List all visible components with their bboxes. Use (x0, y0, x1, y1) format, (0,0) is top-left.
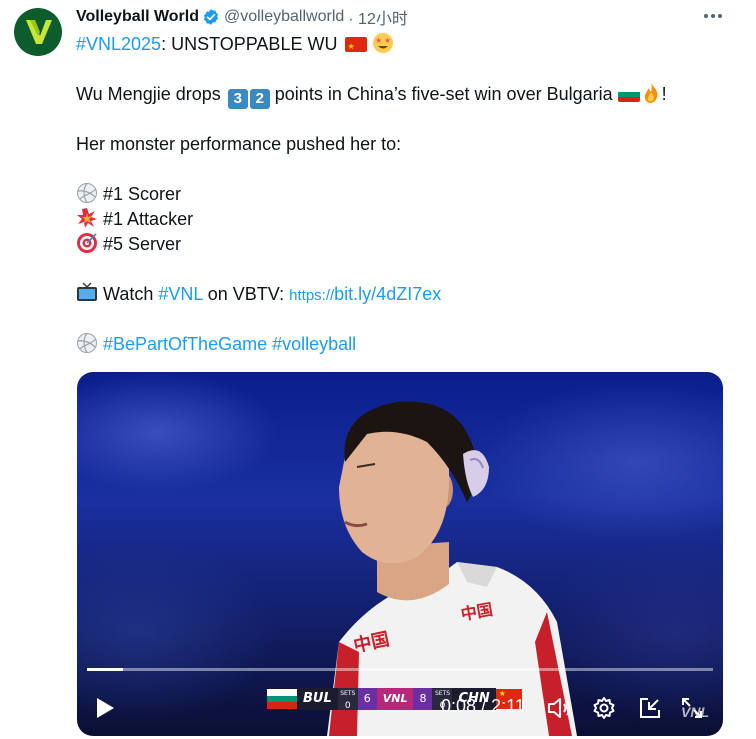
time-separator: / (481, 696, 487, 716)
team2-points: 8 (413, 688, 433, 710)
television-icon (77, 282, 97, 301)
fire-emoji-icon (644, 83, 658, 103)
stat2-text: #1 Attacker (103, 209, 194, 229)
post-time[interactable]: · 12小时 (348, 5, 408, 29)
team1-sets: SETS 0 (337, 688, 358, 711)
watch-mid: on VBTV: (207, 284, 285, 304)
china-flag-icon (345, 35, 368, 59)
author-name[interactable]: Volleyball World (76, 8, 199, 26)
hashtag-volleyball[interactable]: #volleyball (272, 334, 356, 354)
tweet-intro: Her monster performance pushed her to: (76, 134, 402, 154)
keycap-digit-icon: 3 (227, 89, 248, 109)
settings-button[interactable] (589, 694, 619, 722)
watch-line: Watch #VNL on VBTV: https://bit.ly/4dZI7… (76, 282, 441, 308)
video-player[interactable]: 中国 中国 BUL SETS 0 6 VNL 8 SETS 0 CHN ★ 0:08… (77, 372, 723, 736)
stat1-text: #1 Scorer (103, 184, 182, 204)
time-duration: 2:11 (491, 696, 525, 716)
stat-attacker: #1 Attacker (76, 207, 193, 231)
vnl-logo: VNL (376, 688, 414, 710)
volleyball-icon (77, 183, 97, 203)
stat-scorer: #1 Scorer (76, 182, 181, 206)
vbtv-link[interactable]: https://bit.ly/4dZI7ex (289, 284, 441, 304)
settings-icon (593, 697, 615, 719)
keycap-digit-icon: 2 (249, 89, 270, 109)
team1-code: BUL (297, 688, 338, 710)
play-button[interactable] (91, 694, 119, 722)
watch-prefix: Watch (103, 284, 154, 304)
hashtag-vnl[interactable]: #VNL (158, 284, 202, 304)
volleyball-world-logo (26, 20, 52, 44)
time-elapsed: 0:08 (441, 696, 477, 716)
vnl-watermark: VNL (681, 704, 709, 720)
line2-before: Wu Mengjie drops (76, 84, 221, 104)
bulgaria-flag-icon (617, 87, 640, 102)
video-time: 0:08 / 2:11 (441, 696, 525, 717)
minimize-button[interactable] (635, 694, 665, 722)
team1-points: 6 (357, 688, 377, 710)
stat-server: #5 Server (76, 232, 181, 256)
url-rest: bit.ly/4dZI7ex (334, 284, 442, 304)
tweet-headline-line: #VNL2025: UNSTOPPABLE WU ★ ★ (76, 32, 394, 59)
star-struck-emoji-icon: ★ ★ (373, 33, 394, 53)
line2-after: points in China’s five-set win over Bulg… (274, 84, 613, 104)
bulgaria-flag-icon (267, 689, 297, 710)
svg-text:★: ★ (384, 36, 391, 45)
volume-icon (548, 698, 571, 718)
tweet-header: Volleyball World @volleyballworld · 12小时 (76, 6, 408, 28)
author-avatar[interactable] (14, 8, 62, 56)
url-scheme: https:// (289, 287, 335, 304)
minimize-icon (640, 698, 660, 718)
verified-badge-icon (203, 9, 219, 25)
hashtag-vnl2025[interactable]: #VNL2025 (76, 34, 161, 54)
line2-end: ! (661, 84, 667, 104)
author-handle[interactable]: @volleyballworld (224, 8, 344, 26)
volume-button[interactable] (545, 694, 575, 722)
stat3-text: #5 Server (103, 234, 182, 254)
tweet-line-points: Wu Mengjie drops 32 points in China’s fi… (76, 82, 667, 109)
volleyball-icon (77, 333, 97, 353)
video-progress-bar[interactable] (87, 668, 713, 671)
video-progress-fill (87, 668, 123, 671)
headline-text: : UNSTOPPABLE WU (161, 34, 338, 54)
play-icon (97, 698, 114, 718)
hashtag-bepartofthegame[interactable]: #BePartOfTheGame (103, 334, 267, 354)
direct-hit-icon (77, 233, 97, 253)
more-icon[interactable] (700, 4, 726, 28)
collision-icon (77, 208, 97, 228)
video-frame-athlete: 中国 中国 (327, 401, 577, 736)
hashtags-line: #BePartOfTheGame #volleyball (76, 332, 356, 356)
svg-text:★: ★ (375, 36, 382, 45)
